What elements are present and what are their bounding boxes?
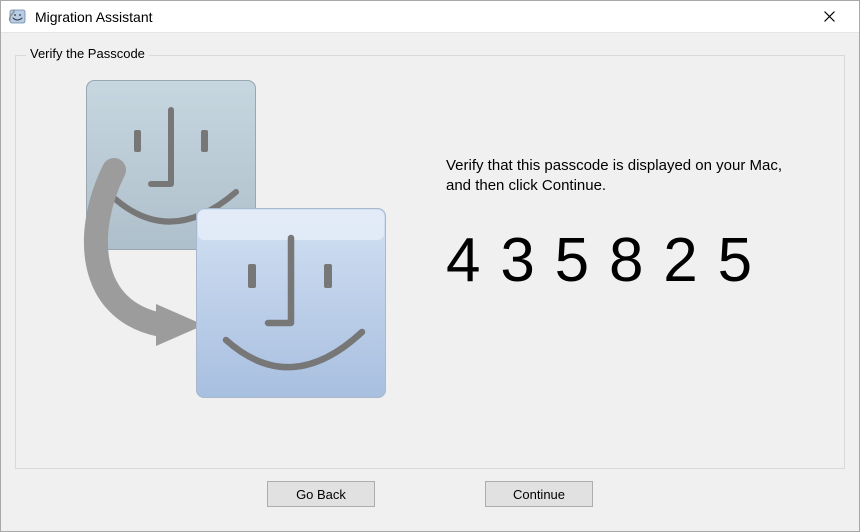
- passcode-display: 435825: [446, 225, 806, 296]
- button-row: Go Back Continue: [15, 469, 845, 519]
- close-button[interactable]: [807, 2, 851, 32]
- right-pane: Verify that this passcode is displayed o…: [446, 156, 806, 296]
- instruction-text: Verify that this passcode is displayed o…: [446, 156, 806, 197]
- app-window: Migration Assistant Verify the Passcode: [0, 0, 860, 532]
- group-content: Verify that this passcode is displayed o…: [16, 56, 844, 468]
- client-area: Verify the Passcode: [1, 33, 859, 531]
- window-title: Migration Assistant: [35, 9, 153, 25]
- go-back-button[interactable]: Go Back: [267, 481, 375, 507]
- verify-passcode-group: Verify the Passcode: [15, 55, 845, 469]
- migration-assistant-icon: [9, 8, 27, 26]
- close-icon: [824, 11, 835, 22]
- titlebar: Migration Assistant: [1, 1, 859, 33]
- continue-button[interactable]: Continue: [485, 481, 593, 507]
- migration-graphic: [56, 80, 416, 410]
